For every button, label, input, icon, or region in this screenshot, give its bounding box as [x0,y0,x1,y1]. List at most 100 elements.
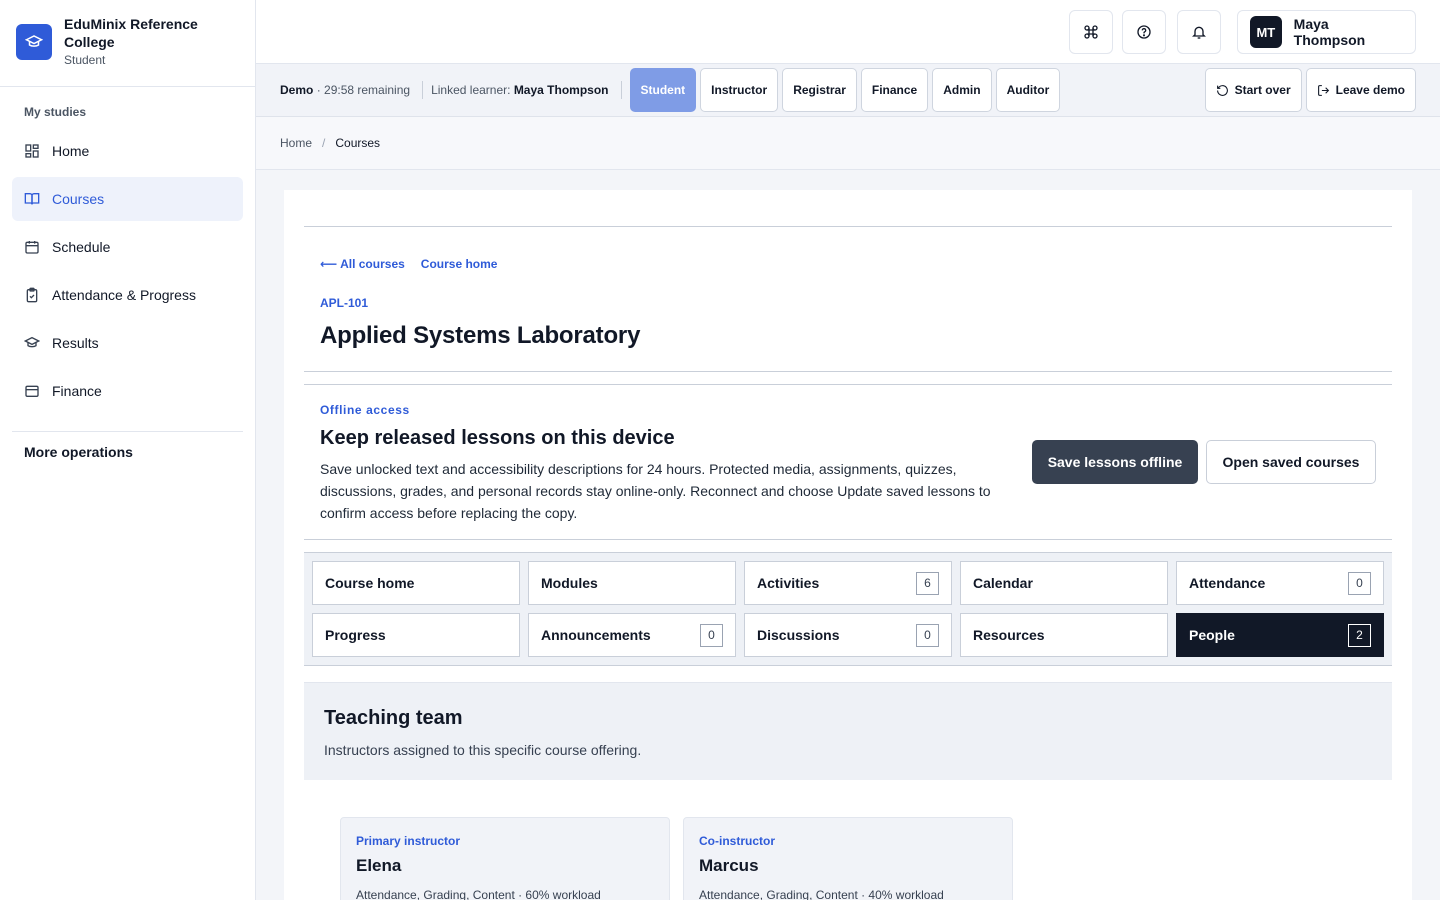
nav-section-label: My studies [24,105,87,119]
leave-demo-label: Leave demo [1335,83,1405,97]
teaching-team-section: Teaching team Instructors assigned to th… [304,682,1392,900]
offline-eyebrow: Offline access [320,403,410,417]
divider [422,81,424,99]
command-icon [1084,25,1098,39]
tab-count-badge: 0 [700,623,723,647]
brand-name: EduMinix Reference College [64,16,198,50]
sidebar-item-finance[interactable]: Finance [12,369,243,413]
instructor-role: Co-instructor [699,834,775,848]
course-links: ⟵ All courses Course home [320,257,497,271]
user-menu[interactable]: MT Maya Thompson [1237,10,1416,54]
demo-bar: Demo · 29:58 remaining Linked learner: M… [256,64,1440,117]
tab-course-home[interactable]: Course home [312,561,520,605]
instructor-role: Primary instructor [356,834,461,848]
course-code: APL-101 [320,296,369,310]
save-lessons-offline-button[interactable]: Save lessons offline [1032,440,1198,484]
course-tabs: Course home Modules Activities 6 Calendar… [304,552,1392,666]
tab-label: People [1189,627,1235,643]
calendar-icon [25,241,39,254]
divider [304,226,1392,227]
tab-progress[interactable]: Progress [312,613,520,657]
section-subtitle: Instructors assigned to this specific co… [324,742,642,758]
role-instructor-button[interactable]: Instructor [700,68,779,112]
linked-learner-name: Maya Thompson [513,83,609,97]
demo-remaining: · 29:58 remaining [316,83,411,97]
tab-people[interactable]: People 2 [1176,613,1384,657]
role-finance-button[interactable]: Finance [860,68,929,112]
instructor-name: Marcus [699,856,759,875]
leave-demo-button[interactable]: Leave demo [1305,68,1416,112]
instructor-card[interactable]: Primary instructor Elena Attendance, Gra… [340,817,670,900]
role-registrar-button[interactable]: Registrar [782,68,857,112]
dashboard-icon [25,144,39,158]
tab-label: Course home [325,575,415,591]
demo-label: Demo [280,83,314,97]
sidebar-item-results[interactable]: Results [12,321,243,365]
breadcrumb: Home / Courses [256,117,1440,170]
notifications-button[interactable] [1177,10,1221,54]
help-icon [1137,25,1151,39]
logout-icon [1317,84,1329,96]
sidebar-item-label: Courses [52,191,105,207]
course-panel: ⟵ All courses Course home APL-101 Applie… [284,190,1412,900]
linked-learner-label: Linked learner: [431,83,511,97]
brand-role: Student [64,53,106,67]
role-student-button[interactable]: Student [629,68,697,112]
demo-actions: Start over Leave demo [1204,68,1416,112]
brand[interactable]: EduMinix Reference College Student [0,0,255,87]
offline-title: Keep released lessons on this device [320,427,675,449]
linked-learner: Linked learner: Maya Thompson [431,83,608,97]
sidebar-item-label: Attendance & Progress [52,287,196,303]
sidebar-item-attendance-progress[interactable]: Attendance & Progress [12,273,243,317]
tab-resources[interactable]: Resources [960,613,1168,657]
tab-label: Attendance [1189,575,1266,591]
user-name: Maya Thompson [1293,16,1366,48]
tab-calendar[interactable]: Calendar [960,561,1168,605]
start-over-button[interactable]: Start over [1204,68,1302,112]
reset-icon [1216,84,1228,96]
teaching-team-header: Teaching team Instructors assigned to th… [304,682,1392,780]
tab-activities[interactable]: Activities 6 [744,561,952,605]
instructor-name: Elena [356,856,402,875]
more-operations-toggle[interactable]: More operations [0,444,255,460]
tab-label: Resources [973,627,1045,643]
all-courses-link[interactable]: ⟵ All courses [320,257,405,271]
start-over-label: Start over [1234,83,1291,97]
tab-label: Discussions [757,627,840,643]
tab-label: Progress [325,627,386,643]
book-icon [24,193,40,205]
tab-discussions[interactable]: Discussions 0 [744,613,952,657]
avatar: MT [1250,16,1282,48]
tab-announcements[interactable]: Announcements 0 [528,613,736,657]
help-button[interactable] [1122,10,1166,54]
open-saved-courses-button[interactable]: Open saved courses [1206,440,1376,484]
graduation-cap-logo-icon [16,24,52,60]
tab-count-badge: 0 [1348,571,1371,595]
role-admin-button[interactable]: Admin [932,68,992,112]
sidebar: EduMinix Reference College Student My st… [0,0,256,900]
sidebar-item-schedule[interactable]: Schedule [12,225,243,269]
tab-attendance[interactable]: Attendance 0 [1176,561,1384,605]
command-palette-button[interactable] [1069,10,1113,54]
tab-modules[interactable]: Modules [528,561,736,605]
sidebar-item-label: Results [52,335,99,351]
instructor-meta: Attendance, Grading, Content · 60% workl… [356,888,601,900]
graduation-cap-icon [24,336,40,348]
instructor-meta: Attendance, Grading, Content · 40% workl… [699,888,944,900]
breadcrumb-separator: / [322,136,326,150]
tab-label: Announcements [541,627,651,643]
tab-count-badge: 6 [916,571,939,595]
breadcrumb-home[interactable]: Home [280,136,312,150]
demo-timer: Demo · 29:58 remaining [280,83,410,97]
sidebar-item-label: Finance [52,383,102,399]
divider [12,431,243,432]
divider [304,384,1392,385]
offline-description: Save unlocked text and accessibility des… [320,461,991,521]
breadcrumb-current: Courses [335,136,381,150]
role-auditor-button[interactable]: Auditor [995,68,1061,112]
instructor-card[interactable]: Co-instructor Marcus Attendance, Grading… [683,817,1013,900]
divider [304,539,1392,540]
sidebar-item-home[interactable]: Home [12,129,243,173]
sidebar-item-courses[interactable]: Courses [12,177,243,221]
course-home-link[interactable]: Course home [421,257,498,271]
